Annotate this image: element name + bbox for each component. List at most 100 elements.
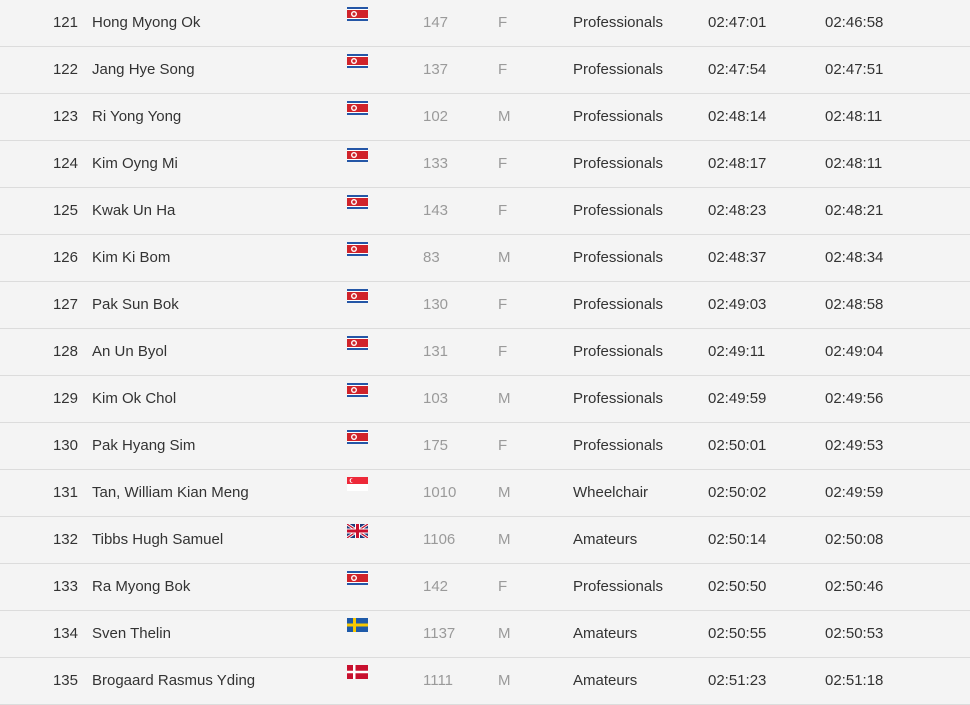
athlete-name: Ra Myong Bok xyxy=(92,578,191,595)
athlete-name: Ri Yong Yong xyxy=(92,108,182,125)
category-cell: Wheelchair xyxy=(573,484,649,501)
gun-time: 02:48:37 xyxy=(708,249,767,266)
table-row[interactable]: 127 Pak Sun Bok 130 F Professionals 02:49:03… xyxy=(0,282,970,329)
category-cell: Professionals xyxy=(573,61,664,78)
results-table: 121 Hong Myong Ok 147 F Professionals 02:47:… xyxy=(0,0,970,705)
gender-cell: F xyxy=(498,578,508,595)
category-cell: Amateurs xyxy=(573,672,638,689)
rank-cell: 128 xyxy=(52,343,78,360)
flag-cell xyxy=(347,282,369,328)
gender-cell: M xyxy=(498,625,511,642)
gender-cell: M xyxy=(498,390,511,407)
gun-time: 02:50:55 xyxy=(708,625,767,642)
flag-cell xyxy=(347,94,369,140)
north-korea-flag-icon xyxy=(347,242,368,257)
north-korea-flag-icon xyxy=(347,195,368,210)
gun-time: 02:50:02 xyxy=(708,484,767,501)
table-row[interactable]: 129 Kim Ok Chol 103 M Professionals 02:49:59… xyxy=(0,376,970,423)
flag-cell xyxy=(347,423,369,469)
table-row[interactable]: 132 Tibbs Hugh Samuel 1106 M Amateurs 02:50:… xyxy=(0,517,970,564)
bib-number: 133 xyxy=(423,155,449,172)
net-time: 02:49:04 xyxy=(825,343,884,360)
table-row[interactable]: 134 Sven Thelin 1137 M Amateurs 02:50:55 02:5… xyxy=(0,611,970,658)
net-time: 02:51:18 xyxy=(825,672,884,689)
table-row[interactable]: 131 Tan, William Kian Meng 1010 M Wheelchai… xyxy=(0,470,970,517)
net-time: 02:48:11 xyxy=(825,108,883,125)
gender-cell: F xyxy=(498,202,508,219)
flag-cell xyxy=(347,517,369,563)
north-korea-flag-icon xyxy=(347,336,368,351)
table-row[interactable]: 130 Pak Hyang Sim 175 F Professionals 02:50:… xyxy=(0,423,970,470)
rank-cell: 130 xyxy=(52,437,78,454)
rank-cell: 121 xyxy=(52,14,78,31)
rank-cell: 134 xyxy=(52,625,78,642)
gender-cell: M xyxy=(498,531,511,548)
category-cell: Professionals xyxy=(573,249,664,266)
table-row[interactable]: 133 Ra Myong Bok 142 F Professionals 02:50:5… xyxy=(0,564,970,611)
north-korea-flag-icon xyxy=(347,383,368,398)
net-time: 02:48:21 xyxy=(825,202,884,219)
north-korea-flag-icon xyxy=(347,7,368,22)
athlete-name: Sven Thelin xyxy=(92,625,171,642)
sweden-flag-icon xyxy=(347,618,368,633)
athlete-name: Hong Myong Ok xyxy=(92,14,201,31)
north-korea-flag-icon xyxy=(347,148,368,163)
gun-time: 02:50:14 xyxy=(708,531,767,548)
gun-time: 02:47:54 xyxy=(708,61,767,78)
net-time: 02:48:58 xyxy=(825,296,884,313)
flag-cell xyxy=(347,376,369,422)
table-row[interactable]: 121 Hong Myong Ok 147 F Professionals 02:47:… xyxy=(0,0,970,47)
north-korea-flag-icon xyxy=(347,54,368,69)
table-row[interactable]: 124 Kim Oyng Mi 133 F Professionals 02:48:17… xyxy=(0,141,970,188)
category-cell: Professionals xyxy=(573,108,664,125)
athlete-name: Pak Sun Bok xyxy=(92,296,179,313)
bib-number: 1111 xyxy=(423,672,454,689)
rank-cell: 125 xyxy=(52,202,78,219)
athlete-name: Kwak Un Ha xyxy=(92,202,176,219)
category-cell: Professionals xyxy=(573,155,664,172)
table-row[interactable]: 128 An Un Byol 131 F Professionals 02:49:11 0… xyxy=(0,329,970,376)
athlete-name: Kim Ki Bom xyxy=(92,249,171,266)
flag-cell xyxy=(347,329,369,375)
north-korea-flag-icon xyxy=(347,430,368,445)
net-time: 02:48:11 xyxy=(825,155,883,172)
bib-number: 103 xyxy=(423,390,449,407)
net-time: 02:50:53 xyxy=(825,625,884,642)
category-cell: Amateurs xyxy=(573,531,638,548)
athlete-name: Kim Ok Chol xyxy=(92,390,177,407)
category-cell: Professionals xyxy=(573,14,664,31)
bib-number: 1106 xyxy=(423,531,456,548)
gun-time: 02:49:11 xyxy=(708,343,766,360)
category-cell: Professionals xyxy=(573,343,664,360)
category-cell: Professionals xyxy=(573,437,664,454)
gun-time: 02:48:23 xyxy=(708,202,767,219)
gun-time: 02:47:01 xyxy=(708,14,767,31)
gender-cell: F xyxy=(498,296,508,313)
rank-cell: 123 xyxy=(52,108,78,125)
flag-cell xyxy=(347,0,369,46)
category-cell: Professionals xyxy=(573,390,664,407)
table-row[interactable]: 125 Kwak Un Ha 143 F Professionals 02:48:23 0… xyxy=(0,188,970,235)
table-row[interactable]: 126 Kim Ki Bom 83 M Professionals 02:48:37 02… xyxy=(0,235,970,282)
athlete-name: Jang Hye Song xyxy=(92,61,195,78)
category-cell: Professionals xyxy=(573,296,664,313)
bib-number: 102 xyxy=(423,108,449,125)
net-time: 02:50:46 xyxy=(825,578,884,595)
bib-number: 137 xyxy=(423,61,449,78)
rank-cell: 124 xyxy=(52,155,78,172)
gender-cell: M xyxy=(498,672,511,689)
rank-cell: 131 xyxy=(52,484,78,501)
gun-time: 02:48:14 xyxy=(708,108,767,125)
rank-cell: 122 xyxy=(52,61,78,78)
net-time: 02:48:34 xyxy=(825,249,884,266)
table-row[interactable]: 135 Brogaard Rasmus Yding 1111 M Amateurs 02… xyxy=(0,658,970,705)
bib-number: 1137 xyxy=(423,625,456,642)
table-row[interactable]: 122 Jang Hye Song 137 F Professionals 02:47:… xyxy=(0,47,970,94)
category-cell: Amateurs xyxy=(573,625,638,642)
table-row[interactable]: 123 Ri Yong Yong 102 M Professionals 02:48:1… xyxy=(0,94,970,141)
flag-cell xyxy=(347,141,369,187)
net-time: 02:49:56 xyxy=(825,390,884,407)
gun-time: 02:50:50 xyxy=(708,578,767,595)
gender-cell: F xyxy=(498,61,508,78)
bib-number: 142 xyxy=(423,578,449,595)
